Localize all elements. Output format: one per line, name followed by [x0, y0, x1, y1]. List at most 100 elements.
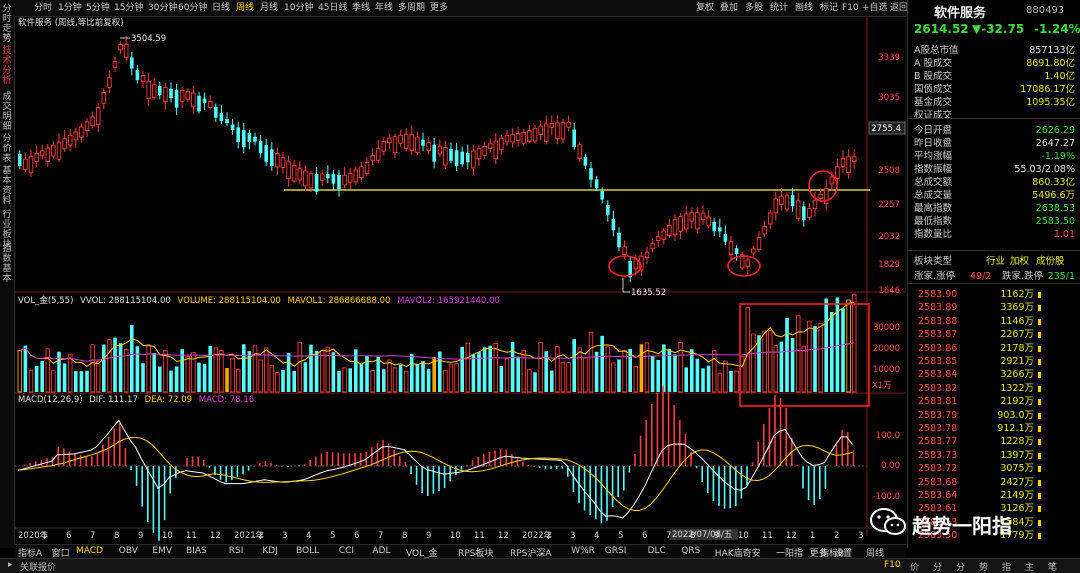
left-tab-2[interactable]: 成交明细 — [1, 92, 13, 132]
period-tab-7[interactable]: 周线 — [236, 2, 254, 14]
period-tab-5[interactable]: 60分钟 — [178, 2, 207, 14]
left-tab-0[interactable]: 分时走势 — [1, 4, 13, 44]
indicator-tab-4[interactable]: EMV — [152, 546, 172, 556]
volume-bar — [28, 369, 34, 393]
volume-bar — [538, 342, 543, 393]
period-tab-4[interactable]: 30分钟 — [148, 2, 177, 14]
volume-bar — [824, 298, 828, 392]
indicator-tab-8[interactable]: BOLL — [296, 546, 319, 556]
candle-body — [219, 113, 224, 122]
stat-value: 1095.35亿 — [1026, 97, 1075, 108]
tick-row: 2583.88 1146万 — [908, 315, 1080, 328]
indicator-tab-17[interactable]: QRS — [681, 546, 700, 556]
candle-body — [622, 246, 627, 256]
candle-body — [415, 136, 420, 153]
tick-row: 2583.77 1228万 — [908, 435, 1080, 448]
status-icon-5[interactable]: 主 — [1025, 560, 1034, 573]
indicator-tab-15[interactable]: GRSI — [605, 546, 627, 556]
volume-bar — [67, 354, 73, 393]
left-tab-3[interactable]: 分价表 — [1, 134, 13, 164]
status-icon-1[interactable]: 分 — [933, 560, 942, 573]
left-tab-6[interactable]: 指数基本 — [1, 244, 13, 284]
candle-body — [151, 84, 157, 99]
stat-label: 总成交量 — [914, 190, 953, 201]
tick-volume: 2178万 — [1000, 342, 1034, 354]
period-tab-14[interactable]: 更多 — [430, 2, 448, 14]
left-tab-1[interactable]: 技术分析 — [1, 46, 13, 86]
x-tick: 6 — [66, 531, 71, 541]
macd-y-tick-1: 100.0 — [876, 431, 900, 441]
indicator-tab-3[interactable]: OBV — [119, 546, 138, 556]
sector-link-industry[interactable]: 行业 — [986, 255, 1005, 268]
toolbar-right-1[interactable]: 叠加 — [720, 2, 738, 14]
toolbar-right-2[interactable]: 多股 — [745, 2, 763, 14]
volume-bar — [17, 350, 23, 393]
period-tab-6[interactable]: 日线 — [212, 2, 230, 14]
chart-area[interactable]: 软件服务 (周线,等比前复权) 3339 3035 2755.4 2508 22… — [13, 15, 907, 546]
sector-row: 板块类型 行业 加权 成份股 — [908, 255, 1080, 268]
stat-label: 平均涨幅 — [914, 151, 953, 162]
stat-label: A股总市值 — [914, 45, 959, 56]
volume-bar — [370, 370, 375, 393]
stat-value: 2647.27 — [1035, 138, 1075, 149]
toolbar-right-8[interactable]: 返回 — [890, 2, 908, 14]
indicator-tab-6[interactable]: RSI — [229, 546, 244, 556]
status-icon-6[interactable]: 笔 — [1048, 560, 1057, 573]
period-tab-10[interactable]: 45日线 — [318, 2, 347, 14]
period-tab-3[interactable]: 15分钟 — [114, 2, 143, 14]
toolbar-right-0[interactable]: 复权 — [696, 2, 714, 14]
candle-body — [23, 158, 28, 170]
status-left[interactable]: 关联报价 — [20, 560, 56, 573]
toolbar-right-5[interactable]: 标记 — [820, 2, 838, 14]
x-tick: 9 — [426, 531, 431, 541]
panel-divider — [908, 118, 1080, 119]
sector-link-weighted[interactable]: 加权 — [1010, 255, 1029, 268]
left-tab-4[interactable]: 基本资料 — [1, 166, 13, 206]
period-tab-11[interactable]: 季线 — [352, 2, 370, 14]
volume-bar — [650, 355, 655, 392]
candle-body — [655, 236, 661, 242]
toolbar-right-6[interactable]: F10 — [842, 2, 859, 14]
period-tab-8[interactable]: 月线 — [260, 2, 278, 14]
indicator-tab-14[interactable]: W%R — [571, 546, 595, 556]
toolbar-right-3[interactable]: 统计 — [770, 2, 788, 14]
period-tab-1[interactable]: 1分钟 — [58, 2, 82, 14]
y-tick-main-5: 2257 — [878, 200, 900, 210]
vol-y-tick-1: 30000 — [873, 323, 900, 333]
period-tab-0[interactable]: 分时 — [34, 2, 52, 14]
status-icon-0[interactable]: 价 — [910, 560, 919, 573]
indicator-tab-16[interactable]: DLC — [648, 546, 666, 556]
status-icon-3[interactable]: 势 — [979, 560, 988, 573]
sector-link-components[interactable]: 成份股 — [1036, 255, 1065, 268]
stat-label: 昨日收盘 — [914, 138, 953, 149]
toolbar-right-7[interactable]: +自选 — [862, 2, 888, 14]
candle-body — [549, 122, 555, 128]
volume-bar — [95, 360, 101, 393]
candle-body — [689, 212, 695, 222]
status-f10[interactable]: F10 — [884, 560, 901, 570]
candle-body — [807, 208, 812, 218]
period-tab-9[interactable]: 10分钟 — [284, 2, 313, 14]
indicator-tab-5[interactable]: BIAS — [186, 546, 207, 556]
candle-body — [421, 139, 425, 146]
tick-price: 2583.84 — [918, 369, 958, 381]
indicator-tab-7[interactable]: KDJ — [262, 546, 278, 556]
period-tab-13[interactable]: 多周期 — [398, 2, 425, 14]
period-tab-2[interactable]: 5分钟 — [86, 2, 110, 14]
indicator-tab-9[interactable]: CCI — [339, 546, 354, 556]
x-tick: 6 — [354, 531, 359, 541]
indicator-tab-10[interactable]: ADL — [372, 546, 390, 556]
candle-body — [185, 91, 191, 100]
panel-divider — [908, 283, 1080, 284]
toolbar-right-4[interactable]: 画线 — [795, 2, 813, 14]
tick-volume: 2192万 — [1000, 396, 1034, 408]
chart-svg[interactable]: 软件服务 (周线,等比前复权) 3339 3035 2755.4 2508 22… — [13, 15, 907, 546]
status-icon-2[interactable]: 分 — [956, 560, 965, 573]
status-icon-4[interactable]: 指 — [1002, 560, 1011, 573]
period-tab-12[interactable]: 年线 — [375, 2, 393, 14]
indicator-tab-2[interactable]: MACD — [76, 546, 103, 556]
stat-label: 基金成交 — [914, 97, 953, 108]
volume-bar — [252, 345, 258, 393]
volume-bar — [577, 347, 583, 393]
candle-body — [633, 258, 639, 270]
